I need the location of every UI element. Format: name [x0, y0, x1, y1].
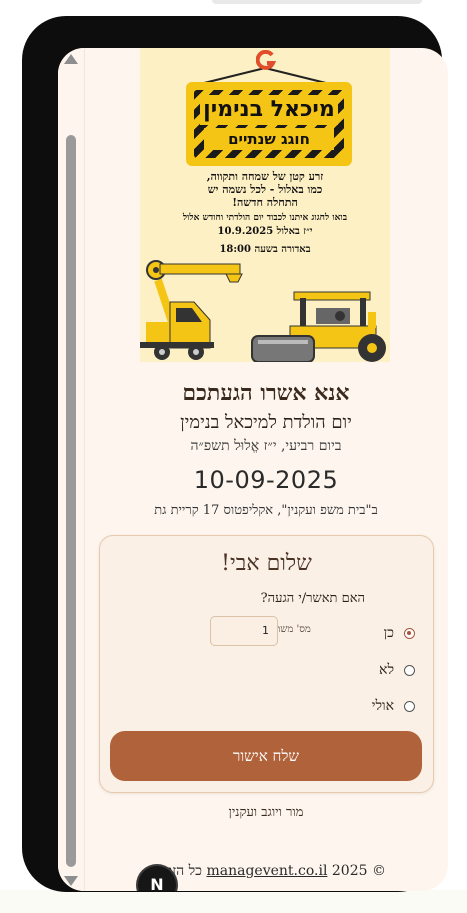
invitation-invite-line: בואו לחגוג איתנו לכבוד יום הולדתי וחודש … — [182, 213, 348, 223]
hebrew-date: ביום רביעי, י״ז אֱלוּל תשפ״ה — [190, 438, 342, 454]
radio-icon[interactable] — [404, 700, 415, 712]
radio-icon[interactable] — [404, 664, 415, 676]
event-subtitle: יום הולדת למיכאל בנימין — [180, 412, 352, 433]
construction-vehicles-illustration — [140, 260, 386, 362]
bottom-strip — [0, 890, 467, 913]
scroll-down-arrow-icon[interactable] — [64, 876, 78, 886]
rsvp-option-label: כן — [383, 624, 394, 641]
rsvp-option-label: אולי — [371, 697, 394, 714]
radio-selected-icon[interactable] — [404, 627, 415, 639]
rsvp-option-maybe[interactable]: אולי — [372, 696, 415, 716]
sign-subtitle: חוגג שנתיים — [204, 128, 334, 150]
phone-screen: מיכאל בנימין חוגג שנתיים זרע קטן של שמחה… — [58, 48, 448, 891]
event-location: ב"בית משפ ועקנין", אקליפטוס 17 קריית גת — [154, 503, 378, 518]
greeting: שלום אבי! — [221, 551, 312, 576]
page-title: אנא אשרו הגעתכם — [182, 380, 350, 406]
submit-rsvp-button[interactable]: שלח אישור — [110, 731, 422, 781]
footer-copyright: © 2025 — [327, 863, 386, 879]
rsvp-form: שלום אבי! האם תאשר/י הגעה? כן מס' משתתפי… — [99, 535, 434, 793]
phone-frame: מיכאל בנימין חוגג שנתיים זרע קטן של שמחה… — [22, 16, 448, 892]
hosts-signoff: מור ויוגב ועקנין — [228, 805, 304, 820]
participants-input[interactable]: 1 — [210, 616, 278, 646]
browser-top-edge — [212, 0, 422, 4]
rsvp-question: האם תאשר/י הגעה? — [260, 591, 365, 606]
scrollbar[interactable] — [58, 48, 85, 891]
rsvp-option-no[interactable]: לא — [379, 660, 415, 680]
rsvp-option-yes[interactable]: כן — [384, 623, 415, 643]
invitation-body: זרע קטן של שמחה ותקווה, כמו באלול - לכל … — [206, 170, 324, 209]
scroll-up-arrow-icon[interactable] — [64, 54, 78, 64]
invitation-date-line: י״ז באלול 10.9.2025 — [217, 226, 313, 237]
brand-logo-icon — [256, 50, 276, 70]
footer-link[interactable]: managevent.co.il — [206, 863, 327, 879]
scrollbar-thumb[interactable] — [66, 135, 76, 867]
rsvp-option-label: לא — [379, 661, 394, 678]
construction-sign: מיכאל בנימין חוגג שנתיים — [186, 82, 352, 166]
invitation-image: מיכאל בנימין חוגג שנתיים זרע קטן של שמחה… — [140, 48, 390, 362]
event-date: 10-09-2025 — [193, 466, 339, 494]
sign-title: מיכאל בנימין — [200, 95, 338, 125]
